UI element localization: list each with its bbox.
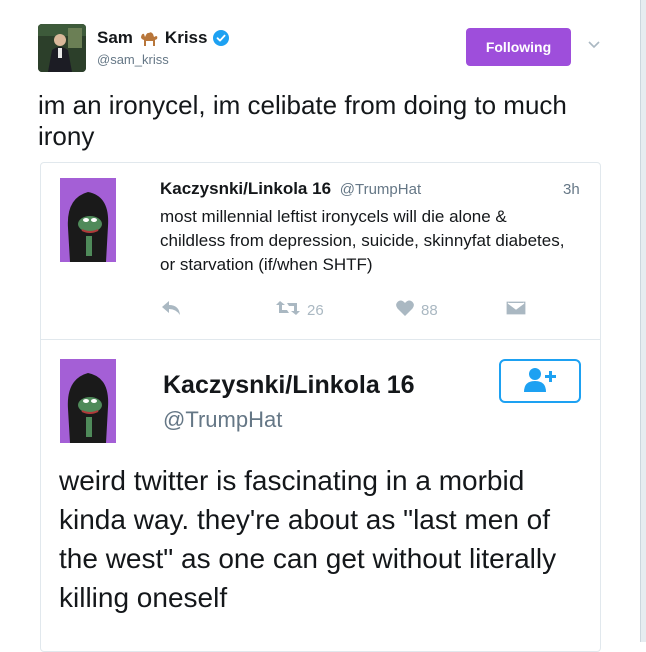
embedded-tweet-text: weird twitter is fascinating in a morbid… [59, 465, 557, 613]
author-avatar[interactable] [38, 24, 86, 72]
embedded-author-name: Kaczysnki/Linkola 16 [163, 371, 415, 399]
chevron-down-icon[interactable] [586, 36, 602, 52]
quoted-tweet-text: most millennial leftist ironycels will d… [160, 207, 565, 274]
follow-person-button [499, 359, 581, 403]
quote-divider [41, 339, 600, 340]
retweet-count: 26 [307, 301, 324, 319]
quoted-author-handle[interactable]: @TrumpHat [340, 181, 421, 198]
author-first-name[interactable]: Sam [97, 28, 133, 48]
verified-badge-icon [213, 30, 230, 46]
retweet-action[interactable]: 26 [275, 299, 324, 321]
tweet-header: Sam Kriss @sam_kriss Following [38, 22, 618, 78]
embedded-author-handle: @TrumpHat [163, 407, 283, 432]
quoted-action-bar: 26 88 [160, 299, 540, 323]
reply-icon[interactable] [160, 299, 182, 321]
tweet-text: im an ironycel, im celibate from doing t… [38, 90, 567, 151]
author-handle[interactable]: @sam_kriss [97, 52, 169, 67]
author-name-row: Sam Kriss [97, 28, 230, 48]
like-icon[interactable] [395, 299, 415, 321]
like-count: 88 [421, 301, 438, 319]
camel-icon [139, 29, 159, 47]
quoted-name-row: Kaczysnki/Linkola 16 @TrumpHat [160, 179, 421, 199]
quoted-author-name[interactable]: Kaczysnki/Linkola 16 [160, 179, 331, 198]
dm-action[interactable] [505, 299, 527, 321]
follow-person-icon [520, 365, 560, 398]
dm-icon[interactable] [505, 299, 527, 321]
quoted-timestamp[interactable]: 3h [563, 181, 580, 198]
author-last-name[interactable]: Kriss [165, 28, 208, 48]
quoted-avatar[interactable] [60, 178, 116, 262]
reply-action[interactable] [160, 299, 182, 321]
quoted-tweet[interactable]: Kaczysnki/Linkola 16 @TrumpHat 3h most m… [40, 162, 601, 652]
embedded-avatar [60, 359, 116, 443]
retweet-icon[interactable] [275, 299, 301, 321]
window-edge [640, 0, 646, 642]
like-action[interactable]: 88 [395, 299, 438, 321]
following-button[interactable]: Following [466, 28, 571, 66]
